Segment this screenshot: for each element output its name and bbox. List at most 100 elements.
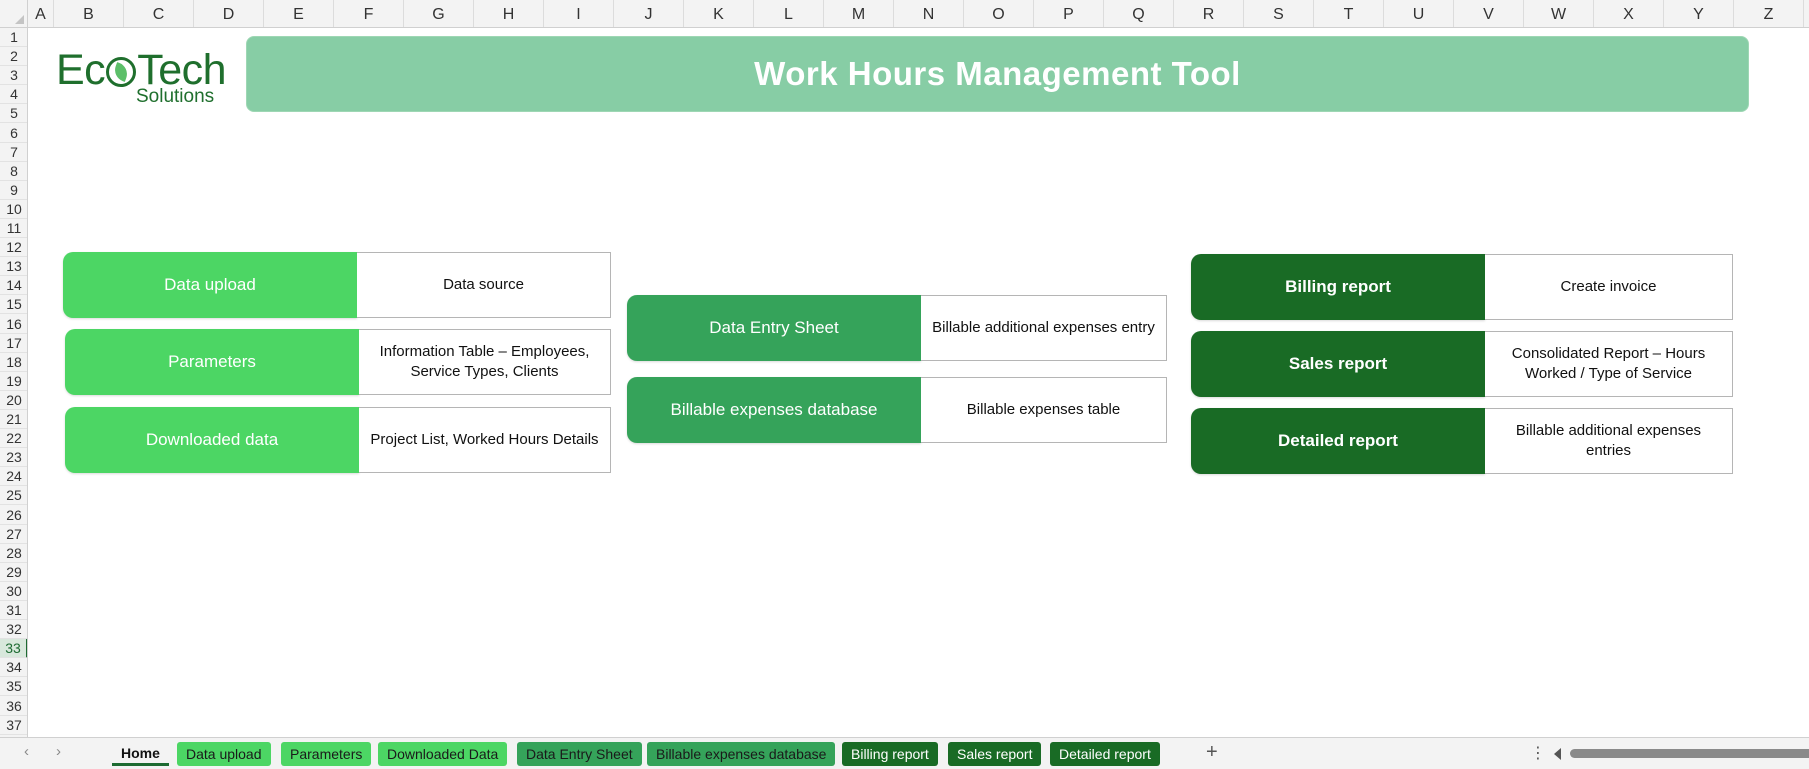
scroll-left-icon[interactable] <box>1554 748 1561 760</box>
row-header-10[interactable]: 10 <box>0 200 27 219</box>
data-entry-sheet-description: Billable additional expenses entry <box>921 295 1167 361</box>
detailed-report-button[interactable]: Detailed report <box>1191 408 1485 474</box>
plus-icon[interactable]: + <box>1206 741 1218 764</box>
parameters-button[interactable]: Parameters <box>65 329 359 395</box>
row-header-30[interactable]: 30 <box>0 582 27 601</box>
sales-report-button[interactable]: Sales report <box>1191 331 1485 397</box>
tab-home[interactable]: Home <box>112 742 169 766</box>
card-billing-report: Billing report Create invoice <box>1191 254 1733 320</box>
column-header-u[interactable]: U <box>1384 0 1454 27</box>
row-header-2[interactable]: 2 <box>0 47 27 67</box>
row-header-32[interactable]: 32 <box>0 620 27 640</box>
row-header-18[interactable]: 18 <box>0 353 27 372</box>
tab-data-entry-sheet[interactable]: Data Entry Sheet <box>517 742 642 766</box>
row-header-7[interactable]: 7 <box>0 143 27 162</box>
row-header-17[interactable]: 17 <box>0 334 27 353</box>
column-header-f[interactable]: F <box>334 0 404 27</box>
scrollbar-thumb[interactable] <box>1570 749 1809 758</box>
data-entry-sheet-button[interactable]: Data Entry Sheet <box>627 295 921 361</box>
column-header-c[interactable]: C <box>124 0 194 27</box>
column-header-n[interactable]: N <box>894 0 964 27</box>
billing-report-button[interactable]: Billing report <box>1191 254 1485 320</box>
more-vertical-icon[interactable]: ⋮ <box>1530 743 1546 763</box>
column-header-d[interactable]: D <box>194 0 264 27</box>
tab-parameters[interactable]: Parameters <box>281 742 372 766</box>
row-header-13[interactable]: 13 <box>0 257 27 277</box>
chevron-left-icon[interactable]: ‹ <box>24 743 29 760</box>
select-all-corner[interactable] <box>0 0 28 28</box>
row-header-19[interactable]: 19 <box>0 372 27 391</box>
row-header-25[interactable]: 25 <box>0 486 27 506</box>
row-header-8[interactable]: 8 <box>0 162 27 181</box>
column-header-b[interactable]: B <box>54 0 124 27</box>
row-header-37[interactable]: 37 <box>0 716 27 735</box>
row-header-35[interactable]: 35 <box>0 677 27 697</box>
row-header-4[interactable]: 4 <box>0 85 27 105</box>
billable-expenses-database-button[interactable]: Billable expenses database <box>627 377 921 443</box>
sheet-tab-bar: ‹ › Home Data upload Parameters Download… <box>0 737 1809 769</box>
downloaded-data-button[interactable]: Downloaded data <box>65 407 359 473</box>
row-header-14[interactable]: 14 <box>0 276 27 296</box>
column-header-e[interactable]: E <box>264 0 334 27</box>
row-header-34[interactable]: 34 <box>0 658 27 678</box>
column-header-l[interactable]: L <box>754 0 824 27</box>
card-detailed-report: Detailed report Billable additional expe… <box>1191 408 1733 474</box>
column-header-v[interactable]: V <box>1454 0 1524 27</box>
card-downloaded-data: Downloaded data Project List, Worked Hou… <box>65 407 611 473</box>
billable-expenses-database-description: Billable expenses table <box>921 377 1167 443</box>
tab-sales-report[interactable]: Sales report <box>948 742 1042 766</box>
column-header-j[interactable]: J <box>614 0 684 27</box>
column-header-k[interactable]: K <box>684 0 754 27</box>
row-header-3[interactable]: 3 <box>0 66 27 86</box>
row-header-36[interactable]: 36 <box>0 697 27 716</box>
sales-report-description: Consolidated Report – Hours Worked / Typ… <box>1485 331 1733 397</box>
row-header-33[interactable]: 33 <box>0 639 27 659</box>
row-header-29[interactable]: 29 <box>0 563 27 582</box>
horizontal-scrollbar[interactable] <box>1552 745 1809 763</box>
row-header-5[interactable]: 5 <box>0 104 27 124</box>
column-header-g[interactable]: G <box>404 0 474 27</box>
column-header-t[interactable]: T <box>1314 0 1384 27</box>
row-header-16[interactable]: 16 <box>0 315 27 334</box>
column-header-h[interactable]: H <box>474 0 544 27</box>
row-header-1[interactable]: 1 <box>0 28 27 47</box>
column-header-q[interactable]: Q <box>1104 0 1174 27</box>
row-header-9[interactable]: 9 <box>0 181 27 200</box>
column-header-w[interactable]: W <box>1524 0 1594 27</box>
tab-downloaded-data[interactable]: Downloaded Data <box>378 742 508 766</box>
column-header-a[interactable]: A <box>28 0 54 27</box>
row-header-31[interactable]: 31 <box>0 601 27 620</box>
row-header-12[interactable]: 12 <box>0 238 27 258</box>
row-header-21[interactable]: 21 <box>0 410 27 429</box>
ecotech-logo: Ec Tech Solutions <box>56 46 227 116</box>
row-header-27[interactable]: 27 <box>0 525 27 544</box>
column-header-y[interactable]: Y <box>1664 0 1734 27</box>
chevron-right-icon[interactable]: › <box>56 743 61 760</box>
column-header-m[interactable]: M <box>824 0 894 27</box>
column-header-z[interactable]: Z <box>1734 0 1804 27</box>
row-header-6[interactable]: 6 <box>0 124 27 143</box>
tab-billing-report[interactable]: Billing report <box>842 742 938 766</box>
row-header-15[interactable]: 15 <box>0 295 27 315</box>
billing-report-description: Create invoice <box>1485 254 1733 320</box>
column-header-i[interactable]: I <box>544 0 614 27</box>
column-header-p[interactable]: P <box>1034 0 1104 27</box>
row-header-24[interactable]: 24 <box>0 467 27 487</box>
tab-data-upload[interactable]: Data upload <box>177 742 271 766</box>
tab-detailed-report[interactable]: Detailed report <box>1050 742 1160 766</box>
column-header-o[interactable]: O <box>964 0 1034 27</box>
column-header-x[interactable]: X <box>1594 0 1664 27</box>
column-headers: ABCDEFGHIJKLMNOPQRSTUVWXYZ <box>28 0 1809 28</box>
row-header-11[interactable]: 11 <box>0 219 27 238</box>
row-header-20[interactable]: 20 <box>0 391 27 410</box>
detailed-report-description: Billable additional expenses entries <box>1485 408 1733 474</box>
row-header-28[interactable]: 28 <box>0 544 27 563</box>
column-header-r[interactable]: R <box>1174 0 1244 27</box>
data-upload-description: Data source <box>357 252 611 318</box>
row-header-23[interactable]: 23 <box>0 448 27 468</box>
tab-billable-expenses-database[interactable]: Billable expenses database <box>647 742 836 766</box>
row-header-26[interactable]: 26 <box>0 506 27 525</box>
row-header-22[interactable]: 22 <box>0 429 27 449</box>
column-header-s[interactable]: S <box>1244 0 1314 27</box>
data-upload-button[interactable]: Data upload <box>63 252 357 318</box>
